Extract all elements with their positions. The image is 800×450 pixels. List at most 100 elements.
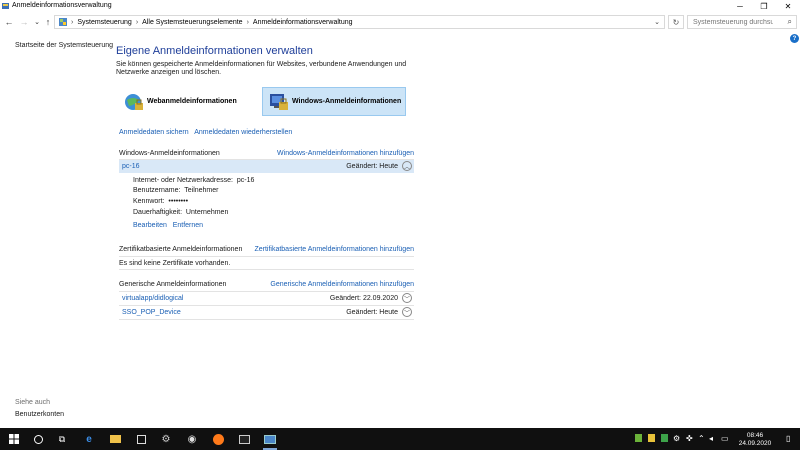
credential-user-row: Benutzername: Teilnehmer [133, 187, 219, 194]
web-credentials-icon [125, 93, 143, 110]
notification-icon: ▯ [786, 434, 791, 443]
help-icon: ? [792, 35, 797, 42]
green-app-icon [635, 434, 642, 442]
control-panel-icon [59, 18, 67, 26]
notification-center-button[interactable]: ▯ [786, 434, 790, 443]
expand-chevron-icon[interactable]: ﹀ [402, 293, 412, 303]
search-input[interactable] [693, 18, 773, 26]
credential-modified: Geändert: Heute [346, 309, 398, 316]
network-icon: ⚙ [673, 434, 681, 443]
restore-credentials-link[interactable]: Anmeldedaten wiederherstellen [194, 129, 292, 136]
close-button[interactable]: ✕ [776, 0, 800, 13]
firefox-taskbar-icon[interactable] [210, 431, 226, 447]
taskbar-clock[interactable]: 08:46 24.09.2020 [738, 432, 772, 448]
certificate-section-header: Zertifikatbasierte Anmeldeinformationen … [119, 246, 414, 253]
taskbar-app-icon[interactable]: ◉ [184, 431, 200, 447]
network-monitor-icon: ▭ [721, 434, 729, 443]
app-disc-icon: ◉ [187, 433, 197, 445]
address-bar[interactable]: › Systemsteuerung › Alle Systemsteuerung… [54, 15, 665, 29]
address-label: Internet- oder Netzwerkadresse: [133, 177, 233, 184]
green-square-icon [661, 434, 668, 442]
up-arrow-icon: ↑ [45, 17, 51, 27]
credential-address-row: Internet- oder Netzwerkadresse: pc-16 [133, 177, 254, 184]
credential-name: virtualapp/didlogical [122, 295, 184, 302]
speaker-icon: ◂ [709, 434, 714, 443]
edit-credential-link[interactable]: Bearbeiten [133, 222, 167, 229]
search-taskbar-button[interactable] [30, 431, 46, 447]
web-credentials-tab[interactable]: Webanmeldeinformationen [120, 87, 260, 116]
tray-app-icon[interactable] [635, 434, 642, 444]
task-view-button[interactable]: ⧉ [54, 431, 70, 447]
credential-entry-generic[interactable]: SSO_POP_Device Geändert: Heute ﹀ [119, 306, 414, 319]
breadcrumb-chevron-icon: › [71, 18, 74, 26]
minimize-button[interactable]: ─ [728, 0, 752, 13]
task-view-icon: ⧉ [58, 433, 66, 444]
store-taskbar-icon[interactable] [133, 431, 149, 447]
credential-persistence-row: Dauerhaftigkeit: Unternehmen [133, 209, 228, 216]
persistence-label: Dauerhaftigkeit: [133, 209, 183, 216]
up-button[interactable]: ↑ [42, 16, 54, 28]
volume-tray-icon[interactable]: ◂ [709, 434, 713, 443]
breadcrumb-systemsteuerung[interactable]: Systemsteuerung [77, 19, 131, 26]
no-certificates-text: Es sind keine Zertifikate vorhanden. [119, 260, 231, 267]
breadcrumb-chevron-icon: › [135, 18, 139, 26]
search-box[interactable]: ⌕ [687, 15, 797, 29]
maximize-icon: ❐ [760, 2, 768, 11]
network-tray-icon[interactable]: ⚙ [673, 434, 680, 443]
start-button[interactable] [6, 431, 22, 447]
expand-chevron-icon[interactable]: ﹀ [402, 307, 412, 317]
backup-credentials-link[interactable]: Anmeldedaten sichern [119, 129, 189, 136]
yellow-app-icon [648, 434, 655, 442]
windows-credentials-section-title: Windows-Anmeldeinformationen [119, 150, 220, 157]
username-label: Benutzername: [133, 187, 181, 194]
refresh-button[interactable]: ↻ [668, 15, 684, 29]
edge-taskbar-icon[interactable]: e [81, 431, 97, 447]
chevron-up-icon: ⌃ [698, 434, 705, 443]
breadcrumb-chevron-icon: › [246, 18, 249, 26]
terminal-taskbar-icon[interactable] [236, 431, 252, 447]
collapse-chevron-icon[interactable]: ︿ [402, 161, 412, 171]
username-value: Teilnehmer [184, 187, 219, 194]
windows-credentials-label: Windows-Anmeldeinformationen [292, 98, 402, 105]
folder-icon [109, 435, 121, 443]
tray-tool-icon: ✜ [686, 434, 693, 443]
remove-credential-link[interactable]: Entfernen [173, 222, 203, 229]
control-panel-taskbar-icon[interactable] [262, 431, 278, 450]
tray-app-icon[interactable] [648, 434, 655, 444]
maximize-button[interactable]: ❐ [752, 0, 776, 13]
add-windows-credential-link[interactable]: Windows-Anmeldeinformationen hinzufügen [277, 150, 414, 157]
language-tray-icon[interactable]: ▭ [721, 434, 729, 443]
show-hidden-icons-button[interactable]: ⌃ [698, 434, 705, 443]
address-dropdown-icon[interactable]: ⌄ [654, 18, 660, 26]
control-panel-home-link[interactable]: Startseite der Systemsteuerung [15, 42, 113, 49]
tray-app-icon[interactable]: ✜ [686, 434, 693, 443]
generic-section-header: Generische Anmeldeinformationen Generisc… [119, 281, 414, 288]
forward-button[interactable]: → [18, 16, 30, 28]
firefox-icon [212, 433, 224, 445]
credential-entry-pc-16[interactable]: pc-16 Geändert: Heute ︿ [119, 160, 414, 173]
web-credentials-label: Webanmeldeinformationen [147, 98, 237, 105]
user-accounts-link[interactable]: Benutzerkonten [15, 411, 64, 418]
add-certificate-credential-link[interactable]: Zertifikatbasierte Anmeldeinformationen … [254, 246, 414, 253]
credential-name: SSO_POP_Device [122, 309, 181, 316]
breadcrumb-all-items[interactable]: Alle Systemsteuerungselemente [142, 19, 242, 26]
back-button[interactable]: ← [3, 16, 15, 28]
window-title: Anmeldeinformationsverwaltung [12, 2, 112, 9]
credential-entry-generic[interactable]: virtualapp/didlogical Geändert: 22.09.20… [119, 292, 414, 305]
password-label: Kennwort: [133, 198, 165, 205]
certificate-section-title: Zertifikatbasierte Anmeldeinformationen [119, 246, 243, 253]
title-bar: Anmeldeinformationsverwaltung ─ ❐ ✕ [0, 0, 800, 13]
app-gear-icon: ⚙ [161, 433, 171, 445]
help-button[interactable]: ? [790, 34, 799, 43]
search-icon: ⌕ [787, 17, 792, 26]
taskbar: ⧉ e ⚙ ◉ ⚙ ✜ ⌃ ◂ ▭ ▯ [0, 428, 800, 450]
breadcrumb-credential-manager[interactable]: Anmeldeinformationsverwaltung [253, 19, 353, 26]
file-explorer-taskbar-icon[interactable] [107, 431, 123, 447]
taskbar-app-icon[interactable]: ⚙ [158, 431, 174, 447]
windows-credentials-tab[interactable]: Windows-Anmeldeinformationen [262, 87, 406, 116]
add-generic-credential-link[interactable]: Generische Anmeldeinformationen hinzufüg… [270, 281, 414, 288]
store-bag-icon [136, 434, 146, 444]
address-value: pc-16 [236, 177, 255, 184]
tray-app-icon[interactable] [661, 434, 668, 444]
credential-manager-icon [2, 3, 9, 9]
